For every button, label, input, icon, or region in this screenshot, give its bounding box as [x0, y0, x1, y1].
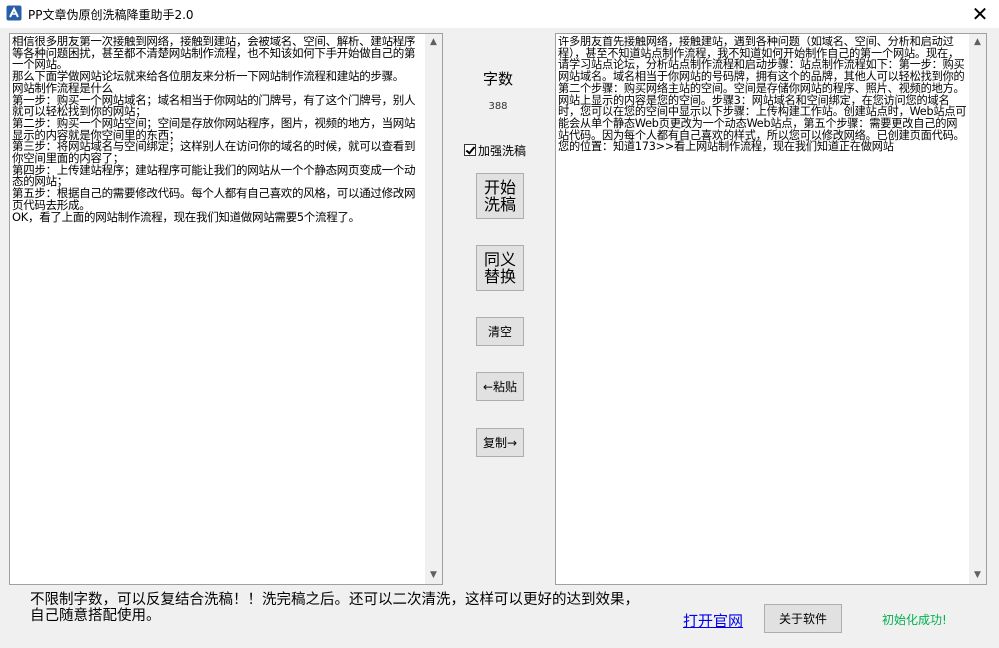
- copy-button[interactable]: 复制→: [476, 428, 524, 457]
- about-button[interactable]: 关于软件: [764, 604, 842, 633]
- scroll-up-icon[interactable]: ▲: [425, 34, 442, 51]
- result-text[interactable]: 许多朋友首先接触网络，接触建站，遇到各种问题（如域名、空间、分析和启动过程），甚…: [558, 36, 968, 582]
- enhance-checkbox[interactable]: 加强洗稿: [464, 142, 526, 158]
- scroll-down-icon[interactable]: ▼: [425, 567, 442, 584]
- result-text-area[interactable]: 许多朋友首先接触网络，接触建站，遇到各种问题（如域名、空间、分析和启动过程），甚…: [555, 33, 987, 585]
- app-logo-icon: [6, 5, 22, 21]
- synonym-replace-button[interactable]: 同义替换: [476, 245, 524, 291]
- usage-note: 不限制字数，可以反复结合洗稿！！洗完稿之后。还可以二次清洗，这样可以更好的达到效…: [30, 592, 639, 624]
- source-text-area[interactable]: 相信很多朋友第一次接触到网络，接触到建站，会被域名、空间、解析、建站程序等各种问…: [9, 33, 443, 585]
- status-message: 初始化成功!: [882, 613, 947, 627]
- source-text[interactable]: 相信很多朋友第一次接触到网络，接触到建站，会被域名、空间、解析、建站程序等各种问…: [12, 36, 424, 582]
- source-scrollbar[interactable]: ▲ ▼: [425, 34, 442, 584]
- title-bar: PP文章伪原创洗稿降重助手2.0 ✕: [0, 0, 999, 28]
- word-count-value: 388: [488, 101, 508, 112]
- enhance-checkbox-label: 加强洗稿: [478, 143, 527, 158]
- result-scrollbar[interactable]: ▲ ▼: [969, 34, 986, 584]
- word-count-label: 字数: [482, 70, 513, 88]
- official-website-link[interactable]: 打开官网: [683, 610, 743, 631]
- checkmark-icon[interactable]: [464, 144, 476, 156]
- scroll-down-icon[interactable]: ▼: [969, 567, 986, 584]
- start-rewrite-button[interactable]: 开始洗稿: [476, 173, 524, 219]
- window-title: PP文章伪原创洗稿降重助手2.0: [28, 8, 194, 22]
- scroll-up-icon[interactable]: ▲: [969, 34, 986, 51]
- clear-button[interactable]: 清空: [476, 317, 524, 346]
- paste-button[interactable]: ←粘贴: [476, 372, 524, 401]
- close-icon[interactable]: ✕: [966, 2, 994, 26]
